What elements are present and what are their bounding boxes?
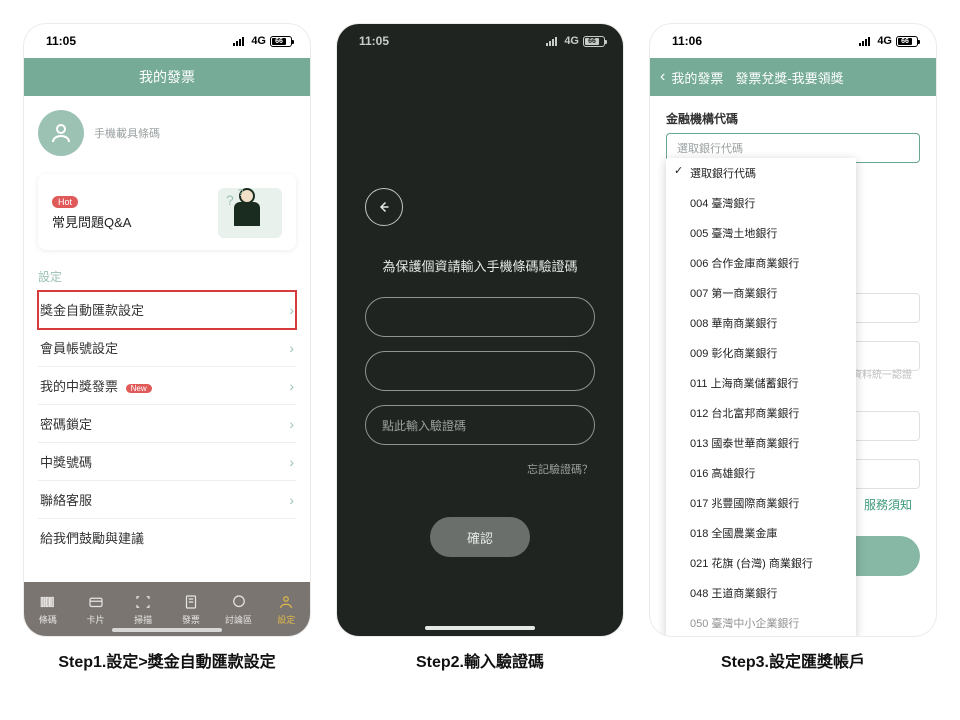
bank-dropdown: 選取銀行代碼 004 臺灣銀行 005 臺灣土地銀行 006 合作金庫商業銀行 … (666, 158, 856, 636)
verify-code-placeholder: 點此輸入驗證碼 (382, 417, 466, 434)
status-bar: 11:05 4G 66 (337, 24, 623, 58)
row-my-winnings[interactable]: 我的中獎發票 New › (38, 367, 296, 405)
status-bar: 11:05 4G 66 (24, 24, 310, 58)
battery-icon: 66 (896, 36, 918, 47)
battery-icon: 66 (270, 36, 292, 47)
tab-barcode[interactable]: 條碼 (24, 582, 72, 636)
profile-label: 手機載具條碼 (94, 125, 160, 141)
app-header: 我的發票 (24, 58, 310, 96)
row-password-lock[interactable]: 密碼鎖定› (38, 405, 296, 443)
status-bar: 11:06 4G 66 (650, 24, 936, 58)
field-hint: 資料統一認證 (852, 366, 912, 381)
bank-option[interactable]: 007 第一商業銀行 (666, 278, 856, 308)
signal-icon (546, 36, 560, 46)
back-button[interactable] (365, 188, 403, 226)
chevron-right-icon: › (289, 340, 294, 356)
caption-step3: Step3.設定匯獎帳戶 (650, 648, 936, 672)
signal-icon (859, 36, 873, 46)
bank-option[interactable]: 018 全國農業金庫 (666, 518, 856, 548)
bank-option[interactable]: 選取銀行代碼 (666, 158, 856, 188)
step-captions: Step1.設定>獎金自動匯款設定 Step2.輸入驗證碼 Step3.設定匯獎… (0, 636, 960, 672)
bank-option[interactable]: 008 華南商業銀行 (666, 308, 856, 338)
verify-message: 為保護個資請輸入手機條碼驗證碼 (382, 256, 577, 275)
row-prize-auto-transfer[interactable]: 獎金自動匯款設定› (38, 291, 296, 329)
qa-card[interactable]: Hot 常見問題Q&A (38, 174, 296, 250)
hot-badge: Hot (52, 196, 78, 208)
avatar-icon (38, 110, 84, 156)
chevron-right-icon: › (289, 454, 294, 470)
row-winning-numbers[interactable]: 中獎號碼› (38, 443, 296, 481)
phone-step1: 11:05 4G 66 我的發票 手機載具條碼 Hot 常見問題Q&A (24, 24, 310, 636)
verify-field-2[interactable] (365, 351, 595, 391)
phone-step2: 11:05 4G 66 為保護個資請輸入手機條碼驗證碼 點此輸入驗證碼 忘記驗證… (337, 24, 623, 636)
bank-option[interactable]: 021 花旗 (台灣) 商業銀行 (666, 548, 856, 578)
select-placeholder: 選取銀行代碼 (677, 140, 743, 156)
row-feedback[interactable]: 給我們鼓勵與建議 (38, 519, 296, 556)
chevron-right-icon: › (289, 492, 294, 508)
app-header: ‹ 我的發票 發票兌獎-我要領獎 (650, 58, 936, 96)
qa-title: 常見問題Q&A (52, 212, 131, 231)
bank-option[interactable]: 016 高雄銀行 (666, 458, 856, 488)
caption-step1: Step1.設定>獎金自動匯款設定 (24, 648, 310, 672)
chevron-right-icon: › (289, 416, 294, 432)
status-time: 11:06 (672, 34, 702, 48)
chevron-right-icon: › (289, 378, 294, 394)
back-chevron-icon[interactable]: ‹ (660, 68, 665, 86)
forgot-code-link[interactable]: 忘記驗證碼？ (527, 461, 593, 477)
bank-option[interactable]: 009 彰化商業銀行 (666, 338, 856, 368)
network-label: 4G (564, 35, 579, 47)
section-label: 設定 (38, 268, 296, 285)
status-time: 11:05 (359, 34, 389, 48)
terms-link[interactable]: 服務須知 (864, 496, 912, 513)
status-time: 11:05 (46, 34, 76, 48)
verify-code-field[interactable]: 點此輸入驗證碼 (365, 405, 595, 445)
phone-step3: 11:06 4G 66 ‹ 我的發票 發票兌獎-我要領獎 金融機構代碼 選取銀行… (650, 24, 936, 636)
battery-icon: 66 (583, 36, 605, 47)
bank-option[interactable]: 005 臺灣土地銀行 (666, 218, 856, 248)
header-title: 我的發票 (139, 67, 195, 87)
network-label: 4G (251, 35, 266, 47)
row-account-settings[interactable]: 會員帳號設定› (38, 329, 296, 367)
home-indicator (425, 626, 535, 630)
bank-option[interactable]: 017 兆豐國際商業銀行 (666, 488, 856, 518)
tutorial-stage: 11:05 4G 66 我的發票 手機載具條碼 Hot 常見問題Q&A (0, 0, 960, 636)
profile-block[interactable]: 手機載具條碼 (38, 110, 296, 156)
network-label: 4G (877, 35, 892, 47)
bank-option[interactable]: 006 合作金庫商業銀行 (666, 248, 856, 278)
bank-option[interactable]: 013 國泰世華商業銀行 (666, 428, 856, 458)
qa-illustration (218, 188, 282, 238)
header-title: 發票兌獎-我要領獎 (735, 68, 843, 87)
row-contact-support[interactable]: 聯絡客服› (38, 481, 296, 519)
chevron-right-icon: › (289, 302, 294, 318)
back-label[interactable]: 我的發票 (671, 68, 723, 87)
home-indicator (112, 628, 222, 632)
confirm-button[interactable]: 確認 (430, 517, 530, 557)
bank-option[interactable]: 004 臺灣銀行 (666, 188, 856, 218)
bank-option[interactable]: 050 臺灣中小企業銀行 (666, 608, 856, 636)
bank-code-label: 金融機構代碼 (666, 110, 920, 127)
bank-option[interactable]: 048 王道商業銀行 (666, 578, 856, 608)
tab-forum[interactable]: 討論區 (215, 582, 263, 636)
new-badge: New (126, 384, 152, 393)
tab-settings[interactable]: 設定 (262, 582, 310, 636)
caption-step2: Step2.輸入驗證碼 (337, 648, 623, 672)
signal-icon (233, 36, 247, 46)
bank-option[interactable]: 012 台北富邦商業銀行 (666, 398, 856, 428)
verify-field-1[interactable] (365, 297, 595, 337)
bank-option[interactable]: 011 上海商業儲蓄銀行 (666, 368, 856, 398)
